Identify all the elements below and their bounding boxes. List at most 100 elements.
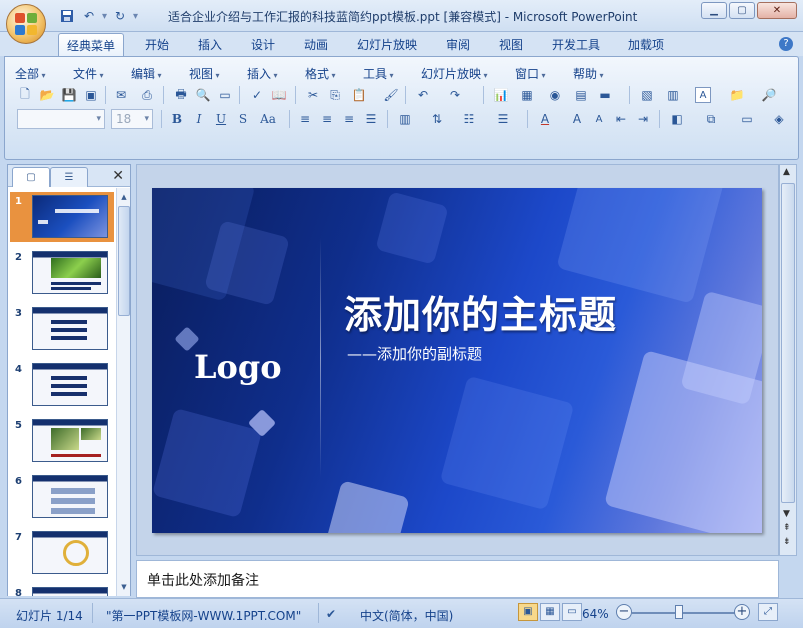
arrange-icon[interactable]: ⧉ <box>701 109 721 129</box>
undo-icon[interactable]: ↶ <box>80 7 98 25</box>
undo-dropdown-icon[interactable]: ▾ <box>102 11 107 22</box>
zoom-level[interactable]: 64% <box>582 607 609 621</box>
zoom-in-icon[interactable]: + <box>734 604 750 620</box>
italic-button[interactable]: I <box>189 109 209 129</box>
open-icon[interactable]: 📂 <box>37 85 57 105</box>
menu-window[interactable]: 窗口 <box>515 65 546 82</box>
table-icon[interactable]: ▦ <box>517 85 537 105</box>
scroll-up-icon[interactable]: ▲ <box>783 167 790 177</box>
align-center-icon[interactable]: ≡ <box>317 109 337 129</box>
decrease-indent-icon[interactable]: ⇤ <box>611 109 631 129</box>
slide-layout-icon[interactable]: ▭ <box>215 85 235 105</box>
slide-thumbnail[interactable]: 5 <box>10 416 114 466</box>
close-panel-icon[interactable]: ✕ <box>112 168 124 184</box>
tab-design[interactable]: 设计 <box>251 36 275 53</box>
shadow-button[interactable]: S <box>233 109 253 129</box>
tab-home[interactable]: 开始 <box>145 36 169 53</box>
increase-indent-icon[interactable]: ⇥ <box>633 109 653 129</box>
menu-slideshow[interactable]: 幻灯片放映 <box>421 65 488 82</box>
close-button[interactable]: ✕ <box>757 2 797 19</box>
menu-all[interactable]: 全部 <box>15 65 46 82</box>
change-case-button[interactable]: Aa <box>255 109 281 129</box>
slide-subtitle[interactable]: ——添加你的副标题 <box>347 343 482 364</box>
redo-icon[interactable]: ↷ <box>445 85 465 105</box>
slide-logo[interactable]: Logo <box>194 348 282 386</box>
tab-classic-menu[interactable]: 经典菜单 <box>58 33 125 57</box>
slides-tab-icon[interactable]: ▢ <box>12 167 50 187</box>
font-name-combo[interactable] <box>17 109 105 129</box>
next-slide-icon[interactable]: ⇟ <box>783 537 791 547</box>
cut-icon[interactable]: ✂ <box>303 85 323 105</box>
spelling-check-icon[interactable]: ✔ <box>326 607 336 621</box>
tab-view[interactable]: 视图 <box>499 36 523 53</box>
text-box-icon[interactable]: A <box>695 87 711 103</box>
save-icon[interactable] <box>58 7 76 25</box>
font-size-combo[interactable]: 18 <box>111 109 153 129</box>
zoom-slider-handle[interactable] <box>674 605 683 619</box>
slide-thumbnail[interactable]: 2 <box>10 248 114 298</box>
customize-icon[interactable]: ▾ <box>133 11 138 22</box>
decrease-font-icon[interactable]: A <box>589 109 609 129</box>
tab-developer[interactable]: 开发工具 <box>552 36 600 53</box>
scroll-thumb[interactable] <box>118 206 130 316</box>
align-left-icon[interactable]: ≡ <box>295 109 315 129</box>
bullets-icon[interactable]: ☰ <box>493 109 513 129</box>
increase-font-icon[interactable]: A <box>567 109 587 129</box>
slide-thumbnail[interactable]: 4 <box>10 360 114 410</box>
language-indicator[interactable]: 中文(简体，中国) <box>360 607 453 624</box>
folder-icon[interactable]: 📁 <box>727 85 747 105</box>
align-right-icon[interactable]: ≡ <box>339 109 359 129</box>
undo-icon[interactable]: ↶ <box>413 85 433 105</box>
tab-insert[interactable]: 插入 <box>198 36 222 53</box>
underline-button[interactable]: U <box>211 109 231 129</box>
new-icon[interactable]: 🗋 <box>15 85 35 105</box>
copy-icon[interactable]: ⎘ <box>325 85 345 105</box>
menu-file[interactable]: 文件 <box>73 65 104 82</box>
slide-thumbnail[interactable]: 3 <box>10 304 114 354</box>
slide-thumbnail[interactable]: 1 <box>10 192 114 242</box>
slide-thumbnail[interactable]: 6 <box>10 472 114 522</box>
menu-insert[interactable]: 插入 <box>247 65 278 82</box>
shapes-icon[interactable]: ◧ <box>667 109 687 129</box>
columns-icon[interactable]: ▥ <box>395 109 415 129</box>
justify-icon[interactable]: ☰ <box>361 109 381 129</box>
new-slide-icon[interactable]: ▧ <box>637 85 657 105</box>
bold-button[interactable]: B <box>167 109 187 129</box>
help-icon[interactable]: ? <box>779 37 793 51</box>
text-direction-icon[interactable]: ⇅ <box>427 109 447 129</box>
line-color-icon[interactable]: ▬ <box>595 85 615 105</box>
slide-scrollbar[interactable]: ▲ ▼ ⇞ ⇟ <box>779 164 797 556</box>
redo-icon[interactable]: ↻ <box>111 7 129 25</box>
quick-styles-icon[interactable]: ▭ <box>737 109 757 129</box>
tab-addins[interactable]: 加载项 <box>628 36 664 53</box>
slide-canvas[interactable]: Logo 添加你的主标题 ——添加你的副标题 <box>152 188 762 533</box>
zoom-out-icon[interactable]: − <box>616 604 632 620</box>
zoom-icon[interactable]: 🔎 <box>759 85 779 105</box>
print-preview-icon[interactable]: 🔍 <box>193 85 213 105</box>
tab-review[interactable]: 审阅 <box>446 36 470 53</box>
spelling-icon[interactable]: ✓ <box>247 85 267 105</box>
slide-thumbnail[interactable]: 8 <box>10 584 114 596</box>
font-color-icon[interactable]: A <box>535 109 555 129</box>
minimize-button[interactable]: ▁ <box>701 2 727 19</box>
slideshow-view-icon[interactable]: ▭ <box>562 603 582 621</box>
scroll-thumb[interactable] <box>781 183 795 503</box>
menu-tools[interactable]: 工具 <box>363 65 394 82</box>
slide-title[interactable]: 添加你的主标题 <box>344 284 617 339</box>
pdf-icon[interactable]: ⎙ <box>137 85 157 105</box>
outline-tab-icon[interactable]: ☰ <box>50 167 88 187</box>
menu-help[interactable]: 帮助 <box>573 65 604 82</box>
slide-thumbnail[interactable]: 7 <box>10 528 114 578</box>
menu-format[interactable]: 格式 <box>305 65 336 82</box>
thumbnail-scrollbar[interactable]: ▲ ▼ <box>116 188 130 596</box>
normal-view-icon[interactable]: ▣ <box>518 603 538 621</box>
tab-animation[interactable]: 动画 <box>304 36 328 53</box>
layout-icon[interactable]: ▥ <box>663 85 683 105</box>
fit-to-window-icon[interactable]: ⤢ <box>758 603 778 621</box>
fill-icon[interactable]: ◈ <box>769 109 789 129</box>
office-button[interactable] <box>6 4 46 44</box>
previous-slide-icon[interactable]: ⇞ <box>783 523 791 533</box>
tab-slideshow[interactable]: 幻灯片放映 <box>357 36 417 53</box>
numbering-icon[interactable]: ☷ <box>459 109 479 129</box>
scroll-up-icon[interactable]: ▲ <box>118 190 130 204</box>
